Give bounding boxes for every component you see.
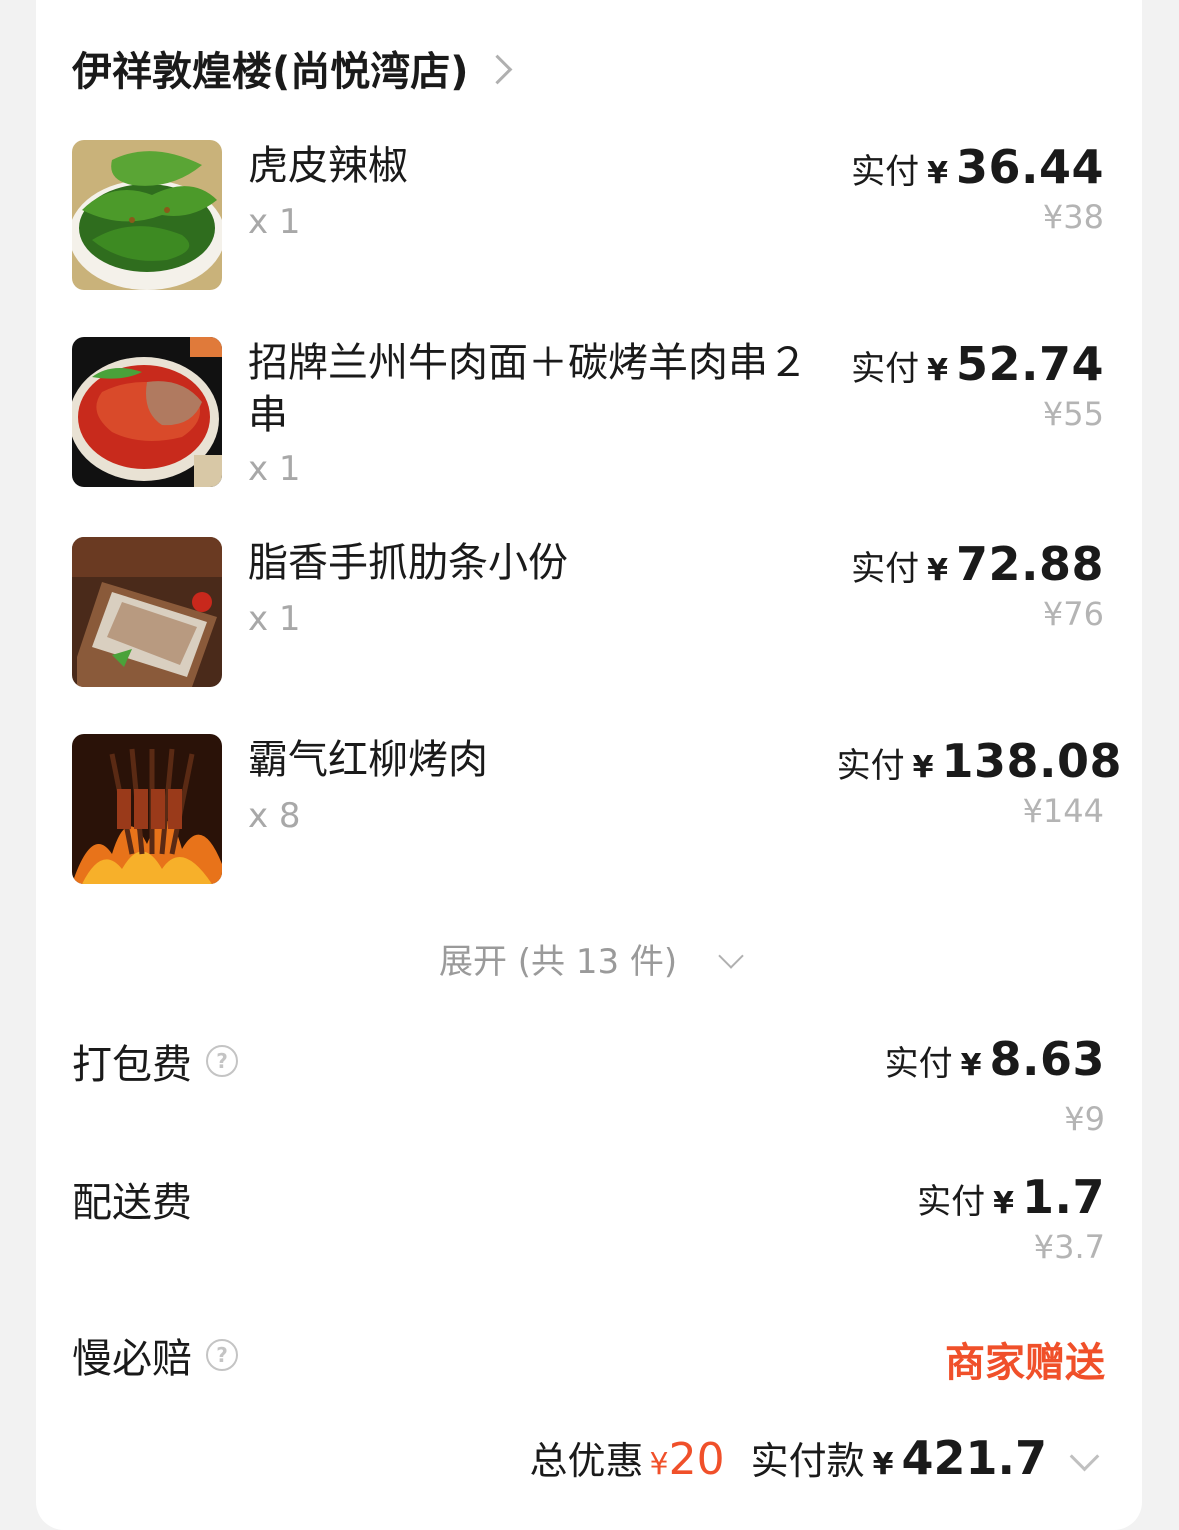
expand-label: 展开 (共 13 件) — [438, 942, 678, 982]
currency-symbol: ¥ — [993, 1186, 1014, 1221]
item-quantity: x 1 — [248, 202, 301, 242]
paid-label: 实付 — [836, 746, 905, 786]
food-thumbnail — [72, 140, 222, 290]
help-icon[interactable]: ? — [206, 1045, 238, 1077]
late-guarantee-label: 慢必赔 — [72, 1336, 192, 1382]
help-icon[interactable]: ? — [206, 1339, 238, 1371]
delivery-fee-original: ¥3.7 — [1033, 1228, 1105, 1266]
packing-fee-paid: 实付 ¥ 8.63 — [885, 1032, 1105, 1086]
discount-label: 总优惠 — [529, 1439, 644, 1483]
shop-name-link[interactable]: 伊祥敦煌楼(尚悦湾店) — [72, 38, 512, 98]
chevron-down-icon — [718, 943, 744, 969]
delivery-fee-label: 配送费 — [72, 1180, 192, 1226]
item-paid-price: 实付 ¥ 52.74 — [851, 337, 1104, 391]
item-name: 虎皮辣椒 — [248, 143, 408, 189]
discount-currency: ¥ — [649, 1447, 669, 1482]
currency-symbol: ¥ — [912, 750, 934, 785]
item-quantity: x 8 — [248, 796, 301, 836]
delivery-fee-paid: 实付 ¥ 1.7 — [917, 1170, 1105, 1224]
paid-label: 实付 — [851, 349, 920, 389]
currency-symbol: ¥ — [927, 553, 948, 588]
item-name: 霸气红柳烤肉 — [248, 737, 488, 783]
total-label: 实付款 — [750, 1439, 865, 1483]
currency-symbol: ¥ — [960, 1048, 982, 1083]
currency-symbol: ¥ — [927, 353, 948, 388]
item-paid-price: 实付 ¥ 36.44 — [851, 140, 1104, 194]
paid-label: 实付 — [917, 1182, 986, 1222]
total-currency: ¥ — [872, 1447, 894, 1482]
paid-amount: 72.88 — [955, 537, 1104, 591]
item-name: 招牌兰州牛肉面＋碳烤羊肉串２串 — [248, 340, 808, 438]
merchant-gift-label: 商家赠送 — [945, 1340, 1105, 1386]
item-original-price: ¥144 — [1022, 792, 1104, 830]
item-original-price: ¥38 — [1042, 198, 1104, 236]
paid-label: 实付 — [884, 1044, 953, 1084]
discount-amount: 20 — [668, 1434, 725, 1485]
item-original-price: ¥76 — [1042, 595, 1104, 633]
shop-name: 伊祥敦煌楼(尚悦湾店) — [72, 49, 469, 95]
item-paid-price: 实付 ¥ 138.08 — [837, 734, 1122, 788]
paid-amount: 138.08 — [941, 734, 1122, 788]
paid-label: 实付 — [851, 152, 920, 192]
order-total-summary[interactable]: 总优惠 ¥ 20 实付款 ¥ 421.7 — [529, 1430, 1047, 1485]
packing-fee-row: 打包费 ? — [72, 1032, 238, 1090]
paid-amount: 52.74 — [955, 337, 1104, 391]
item-quantity: x 1 — [248, 449, 301, 489]
paid-label: 实付 — [851, 549, 920, 589]
delivery-fee-row: 配送费 — [72, 1170, 192, 1228]
total-amount: 421.7 — [901, 1431, 1047, 1485]
packing-fee-original: ¥9 — [1064, 1100, 1105, 1138]
food-thumbnail — [72, 537, 222, 687]
item-quantity: x 1 — [248, 599, 301, 639]
paid-amount: 1.7 — [1022, 1170, 1105, 1224]
item-name: 脂香手抓肋条小份 — [248, 540, 568, 586]
food-thumbnail — [72, 734, 222, 884]
currency-symbol: ¥ — [927, 156, 948, 191]
chevron-right-icon — [482, 54, 512, 84]
item-paid-price: 实付 ¥ 72.88 — [851, 537, 1104, 591]
expand-items-button[interactable]: 展开 (共 13 件) — [0, 934, 1179, 983]
late-guarantee-row: 慢必赔 ? — [72, 1326, 238, 1384]
food-thumbnail — [72, 337, 222, 487]
item-original-price: ¥55 — [1042, 395, 1104, 433]
paid-amount: 8.63 — [989, 1032, 1105, 1086]
packing-fee-label: 打包费 — [72, 1042, 192, 1088]
paid-amount: 36.44 — [955, 140, 1104, 194]
